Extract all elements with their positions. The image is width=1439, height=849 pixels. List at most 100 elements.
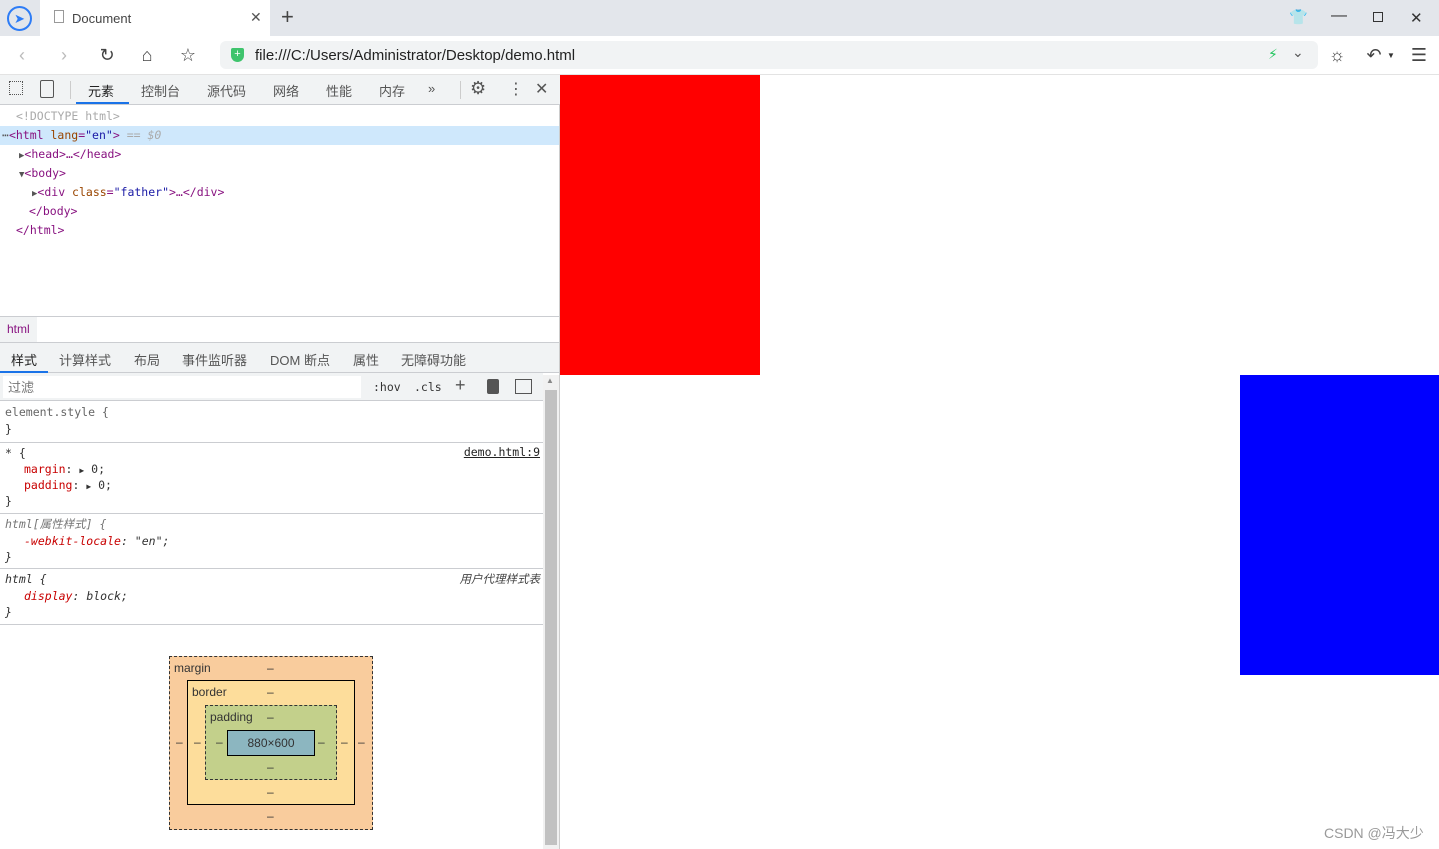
margin-left-value[interactable]: –	[176, 735, 183, 749]
filter-input[interactable]	[3, 376, 361, 398]
brace: }	[5, 494, 12, 508]
inspect-element-icon[interactable]	[9, 81, 23, 95]
cls-button[interactable]: .cls	[414, 380, 442, 394]
page-viewport: CSDN @冯大少	[560, 75, 1439, 849]
box-model-margin[interactable]: margin – – – – border – – – – padding – …	[169, 656, 373, 830]
padding-bottom-value[interactable]: –	[267, 760, 274, 774]
hov-button[interactable]: :hov	[373, 380, 401, 394]
undo-icon[interactable]: ↶	[1362, 45, 1386, 65]
dom-doctype[interactable]: <!DOCTYPE html>	[0, 107, 559, 126]
property-name: display	[24, 589, 73, 603]
restore-icon[interactable]	[1373, 12, 1383, 22]
scroll-up-icon[interactable]: ▲	[546, 376, 554, 385]
breadcrumb-html[interactable]: html	[0, 317, 37, 342]
styles-filter-bar: :hov .cls +	[0, 373, 543, 401]
rule-universal: * { demo.html:9 margin: ▶ 0; padding: ▶ …	[0, 443, 543, 514]
property-name[interactable]: padding	[24, 478, 72, 492]
subtab-accessibility[interactable]: 无障碍功能	[401, 350, 466, 369]
devtools-toolbar: 元素 控制台 源代码 网络 性能 内存 » ⚙ ⋮ ✕	[0, 75, 560, 105]
browser-tab-bar: ➤ Document ✕ + 👕 — ✕	[0, 0, 1439, 36]
tab-console[interactable]: 控制台	[141, 81, 180, 100]
property-value[interactable]: 0;	[98, 478, 112, 492]
subtab-properties[interactable]: 属性	[353, 350, 379, 369]
body-open-text: <body>	[24, 166, 66, 180]
subtab-dom-breakpoints[interactable]: DOM 断点	[270, 350, 330, 369]
dom-body-close[interactable]: </body>	[0, 202, 559, 221]
dom-head[interactable]: ▶<head>…</head>	[0, 145, 559, 164]
tab-performance[interactable]: 性能	[326, 81, 352, 100]
new-tab-icon[interactable]: +	[281, 4, 294, 30]
chevron-down-icon[interactable]: ⌄	[1292, 44, 1304, 61]
browser-logo-icon[interactable]: ➤	[7, 6, 32, 31]
settings-gear-icon[interactable]: ⚙	[470, 78, 486, 99]
user-agent-source: 用户代理样式表	[459, 572, 541, 586]
more-options-icon[interactable]: ⋮	[508, 79, 524, 99]
minimize-icon[interactable]: —	[1331, 7, 1347, 25]
device-toggle-icon[interactable]	[40, 80, 54, 98]
url-field[interactable]: + file:///C:/Users/Administrator/Desktop…	[220, 41, 1318, 69]
margin-right-value[interactable]: –	[358, 735, 365, 749]
address-toolbar: ‹ › ↻ ⌂ ☆ + file:///C:/Users/Administrat…	[0, 36, 1439, 75]
subtab-layout[interactable]: 布局	[134, 350, 160, 369]
box-model-padding[interactable]: padding – – – – 880×600	[205, 705, 337, 780]
selector: * {	[5, 446, 26, 460]
menu-icon[interactable]: ☰	[1407, 45, 1431, 65]
source-link[interactable]: demo.html:9	[464, 445, 540, 459]
close-devtools-icon[interactable]: ✕	[535, 79, 548, 99]
close-tab-icon[interactable]: ✕	[250, 9, 262, 26]
skin-icon[interactable]: 👕	[1289, 8, 1308, 26]
brightness-icon[interactable]: ☼	[1325, 45, 1349, 65]
box-model-content[interactable]: 880×600	[227, 730, 315, 756]
margin-bottom-value[interactable]: –	[267, 809, 274, 823]
star-icon[interactable]: ☆	[176, 45, 200, 65]
padding-left-value[interactable]: –	[216, 735, 223, 749]
more-tabs-icon[interactable]: »	[428, 81, 435, 96]
tab-elements[interactable]: 元素	[88, 81, 114, 100]
subtab-event-listeners[interactable]: 事件监听器	[182, 350, 247, 369]
border-top-value[interactable]: –	[267, 685, 274, 699]
head-text: <head>…</head>	[24, 147, 122, 161]
box-model-border[interactable]: border – – – – padding – – – – 880×600	[187, 680, 355, 805]
tab-memory[interactable]: 内存	[379, 81, 405, 100]
home-icon[interactable]: ⌂	[135, 45, 159, 65]
breadcrumb: html	[0, 316, 559, 343]
new-rule-plus-icon[interactable]: +	[455, 375, 466, 396]
property-name[interactable]: margin	[24, 462, 66, 476]
border-bottom-value[interactable]: –	[267, 785, 274, 799]
dots-icon: ⋯	[2, 128, 9, 142]
lightning-icon[interactable]: ⚡	[1268, 46, 1278, 63]
property-value: block;	[86, 589, 128, 603]
scrollbar-thumb[interactable]	[545, 390, 557, 845]
tab-sources[interactable]: 源代码	[207, 81, 246, 100]
border-label: border	[192, 685, 227, 699]
subtab-styles[interactable]: 样式	[11, 350, 37, 369]
forward-icon[interactable]: ›	[52, 45, 76, 65]
browser-tab[interactable]: Document ✕	[40, 0, 270, 36]
margin-top-value[interactable]: –	[267, 661, 274, 675]
tab-network[interactable]: 网络	[273, 81, 299, 100]
border-left-value[interactable]: –	[194, 735, 201, 749]
dom-body[interactable]: ▼<body>	[0, 164, 559, 183]
dom-html-close[interactable]: </html>	[0, 221, 559, 240]
subtab-computed[interactable]: 计算样式	[59, 350, 111, 369]
body-close-text: </body>	[29, 204, 78, 218]
brace: }	[5, 605, 12, 619]
border-right-value[interactable]: –	[341, 735, 348, 749]
reload-icon[interactable]: ↻	[95, 45, 119, 65]
property-value[interactable]: 0;	[91, 462, 105, 476]
undo-dropdown-icon[interactable]: ▼	[1387, 51, 1395, 60]
toggle-sidebar-icon[interactable]	[515, 379, 532, 394]
selector: html[属性样式] {	[5, 517, 107, 531]
padding-top-value[interactable]: –	[267, 710, 274, 724]
paint-brush-icon[interactable]	[487, 379, 499, 394]
back-icon[interactable]: ‹	[10, 45, 34, 65]
dom-div-father[interactable]: ▶<div class="father">…</div>	[0, 183, 559, 202]
doctype-text: <!DOCTYPE html>	[16, 109, 120, 123]
rule-element-style: element.style { }	[0, 401, 543, 443]
divider	[70, 81, 71, 99]
padding-right-value[interactable]: –	[318, 735, 325, 749]
dom-html-selected[interactable]: ⋯<html lang="en"> == $0	[0, 126, 559, 145]
styles-subtabs: 样式 计算样式 布局 事件监听器 DOM 断点 属性 无障碍功能	[0, 343, 559, 373]
close-window-icon[interactable]: ✕	[1410, 9, 1423, 27]
active-tab-indicator	[76, 102, 129, 104]
